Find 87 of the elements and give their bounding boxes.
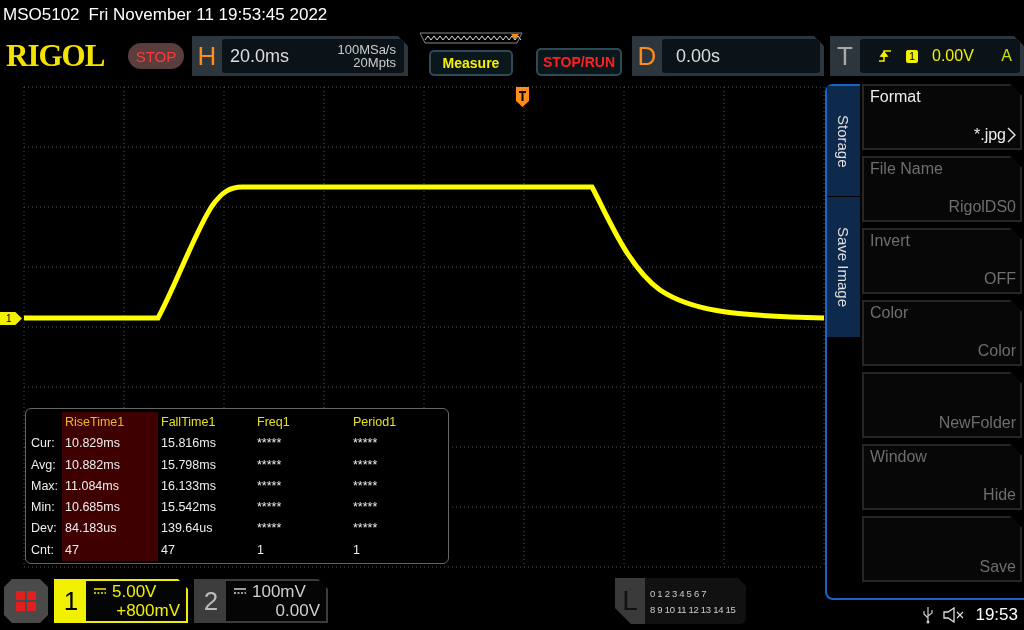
model-name: MSO5102: [3, 5, 80, 25]
table-cell-text: 15.816ms: [160, 435, 217, 453]
table-cell-text: *****: [256, 477, 283, 495]
trigger-mode: A: [1001, 47, 1012, 65]
table-cell-text: 47: [160, 541, 176, 559]
menu-item-value: Save: [979, 558, 1016, 576]
stop-run-button[interactable]: STOP/RUN: [536, 48, 622, 76]
table-cell: 10.882ms: [62, 454, 158, 476]
table-cell-text: *****: [352, 520, 379, 538]
measure-button[interactable]: Measure: [429, 50, 513, 76]
channel-number: 1: [56, 581, 86, 621]
row-label: Cur:: [30, 435, 56, 453]
channel-box[interactable]: 1 5.00V +800mV: [54, 579, 188, 623]
table-cell: 10.829ms: [62, 433, 158, 455]
table-cell-text: 15.798ms: [160, 456, 217, 474]
table-cell: 47: [62, 539, 158, 562]
timebase-panel[interactable]: H 20.0ms 100MSa/s 20Mpts: [192, 36, 408, 76]
menu-item-value: OFF: [984, 270, 1016, 288]
run-status-badge: STOP: [128, 43, 184, 69]
menu-item-label: Format: [870, 88, 921, 106]
channel-number: 2: [196, 581, 226, 621]
channel-box[interactable]: 2 100mV 0.00V: [194, 579, 328, 623]
table-cell-text: *****: [256, 435, 283, 453]
table-cell-text: *****: [256, 456, 283, 474]
table-cell-text: *****: [256, 499, 283, 517]
table-cell: 10.685ms: [62, 497, 158, 519]
delay-value: 0.00s: [676, 45, 721, 67]
row-label: Avg:: [30, 456, 57, 474]
row-label: Max:: [30, 477, 60, 495]
sample-rate: 100MSa/s: [337, 43, 396, 56]
table-cell-text: *****: [352, 435, 379, 453]
clock-time: 19:53: [975, 605, 1018, 625]
timebase-value: 20.0ms: [230, 45, 290, 67]
row-label: Min:: [30, 499, 56, 517]
menu-item-value: *.jpg: [973, 126, 1006, 144]
table-cell-text: *****: [352, 456, 379, 474]
column-header: FallTime1: [160, 414, 217, 431]
panel-label: T: [836, 39, 854, 73]
column-header: Period1: [352, 414, 398, 431]
memory-depth: 20Mpts: [353, 56, 396, 69]
channel-offset: 0.00V: [275, 601, 320, 620]
grid-squares-icon: [15, 590, 37, 612]
table-cell: 84.183us: [62, 518, 158, 540]
table-cell-text: *****: [352, 499, 379, 517]
table-cell-text: 1: [352, 541, 361, 559]
menu-item-value: RigolDS0: [948, 198, 1016, 216]
menu-item-value: Color: [977, 342, 1016, 360]
panel-label: D: [636, 39, 658, 73]
column-header: Freq1: [256, 414, 291, 431]
dc-coupling-icon: [94, 588, 106, 595]
dc-coupling-icon: [234, 588, 246, 595]
volts-per-division: 5.00V: [112, 582, 157, 601]
trigger-source-badge: 1: [906, 49, 918, 63]
trigger-level-value: 0.00V: [932, 47, 974, 65]
table-cell-text: 1: [256, 541, 265, 559]
date-time: Fri November 11 19:53:45 2022: [88, 5, 328, 25]
menu-tab[interactable]: Save Image: [827, 196, 860, 337]
rising-edge-icon: [878, 49, 892, 63]
table-cell: 11.084ms: [62, 475, 158, 498]
menu-item-label: Color: [870, 304, 909, 322]
menu-item-label: Window: [870, 448, 927, 466]
digital-bits: 8 9 10 11 12 13 14 15: [650, 603, 737, 615]
menu-item-value: Hide: [983, 486, 1016, 504]
table-cell-text: 139.64us: [160, 520, 214, 538]
home-button[interactable]: [4, 579, 48, 623]
panel-label: H: [196, 39, 218, 73]
logo: RIGOL: [6, 38, 106, 74]
table-cell-text: 16.133ms: [160, 477, 217, 495]
menu-tab[interactable]: Storage: [827, 86, 860, 196]
menu-item-value: NewFolder: [938, 414, 1016, 432]
column-header: RiseTime1: [62, 412, 158, 434]
menu-item[interactable]: Format *.jpg: [862, 84, 1022, 150]
table-cell-text: 15.542ms: [160, 499, 217, 517]
table-cell-text: *****: [256, 520, 283, 538]
row-label: Cnt:: [30, 541, 55, 559]
menu-item-label: File Name: [870, 160, 943, 178]
volts-per-division: 100mV: [252, 582, 306, 601]
channel-marker: 1: [0, 312, 22, 325]
trigger-position-icon: [516, 87, 529, 107]
trigger-panel[interactable]: T 1 0.00V A: [830, 36, 1024, 76]
row-label: Dev:: [30, 520, 58, 538]
channel-offset: +800mV: [116, 601, 180, 620]
digital-bits: 0 1 2 3 4 5 6 7: [650, 587, 708, 599]
menu-item-label: Invert: [870, 232, 910, 250]
table-cell-text: *****: [352, 477, 379, 495]
usb-icon: [923, 606, 934, 624]
delay-panel[interactable]: D 0.00s: [632, 36, 824, 76]
